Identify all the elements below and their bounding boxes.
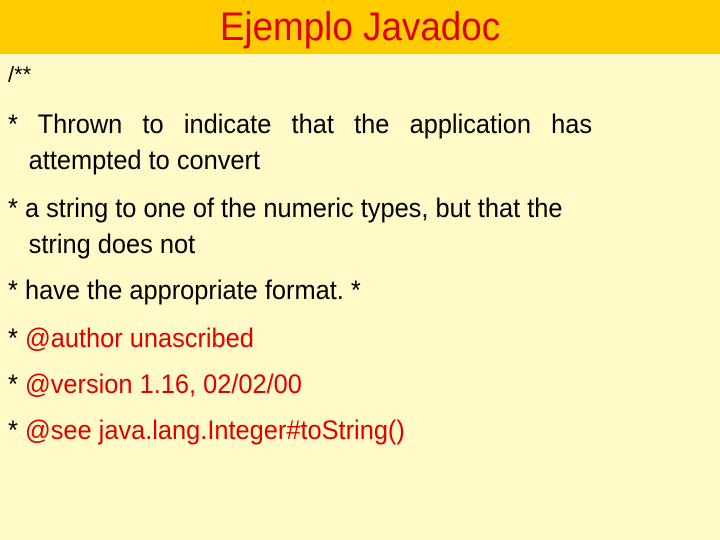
- comment-text: * a string to one of the numeric types, …: [8, 193, 562, 223]
- comment-line-author: * @author unascribed: [8, 320, 666, 356]
- see-tag: @see java.lang.Integer#toString(): [24, 415, 405, 445]
- comment-line-description-3: * have the appropriate format. *: [8, 272, 666, 308]
- asterisk-marker: *: [8, 109, 18, 139]
- slide-title: Ejemplo Javadoc: [219, 5, 501, 49]
- asterisk-marker: *: [8, 193, 18, 223]
- comment-text-first: Thrown to indicate that the application …: [37, 109, 593, 139]
- comment-line-description-2: * a string to one of the numeric types, …: [8, 190, 666, 262]
- comment-text-continuation: string does not: [28, 229, 196, 259]
- author-tag: @author unascribed: [24, 323, 254, 353]
- asterisk-marker: *: [8, 369, 18, 399]
- comment-text: * Thrown to indicate that the applicatio…: [8, 109, 592, 139]
- version-tag: @version 1.16, 02/02/00: [24, 369, 302, 399]
- comment-text: have the appropriate format. *: [24, 275, 361, 305]
- asterisk-marker: *: [8, 275, 18, 305]
- comment-line-description-1: * Thrown to indicate that the applicatio…: [8, 106, 666, 178]
- comment-text-first: a string to one of the numeric types, bu…: [24, 193, 563, 223]
- comment-line-version: * @version 1.16, 02/02/00: [8, 366, 666, 402]
- comment-open: /**: [8, 62, 32, 87]
- comment-line-see: * @see java.lang.Integer#toString(): [8, 412, 666, 448]
- asterisk-marker: *: [8, 323, 18, 353]
- asterisk-marker: *: [8, 415, 18, 445]
- comment-text-continuation: attempted to convert: [28, 145, 261, 175]
- title-bar: Ejemplo Javadoc: [0, 0, 720, 54]
